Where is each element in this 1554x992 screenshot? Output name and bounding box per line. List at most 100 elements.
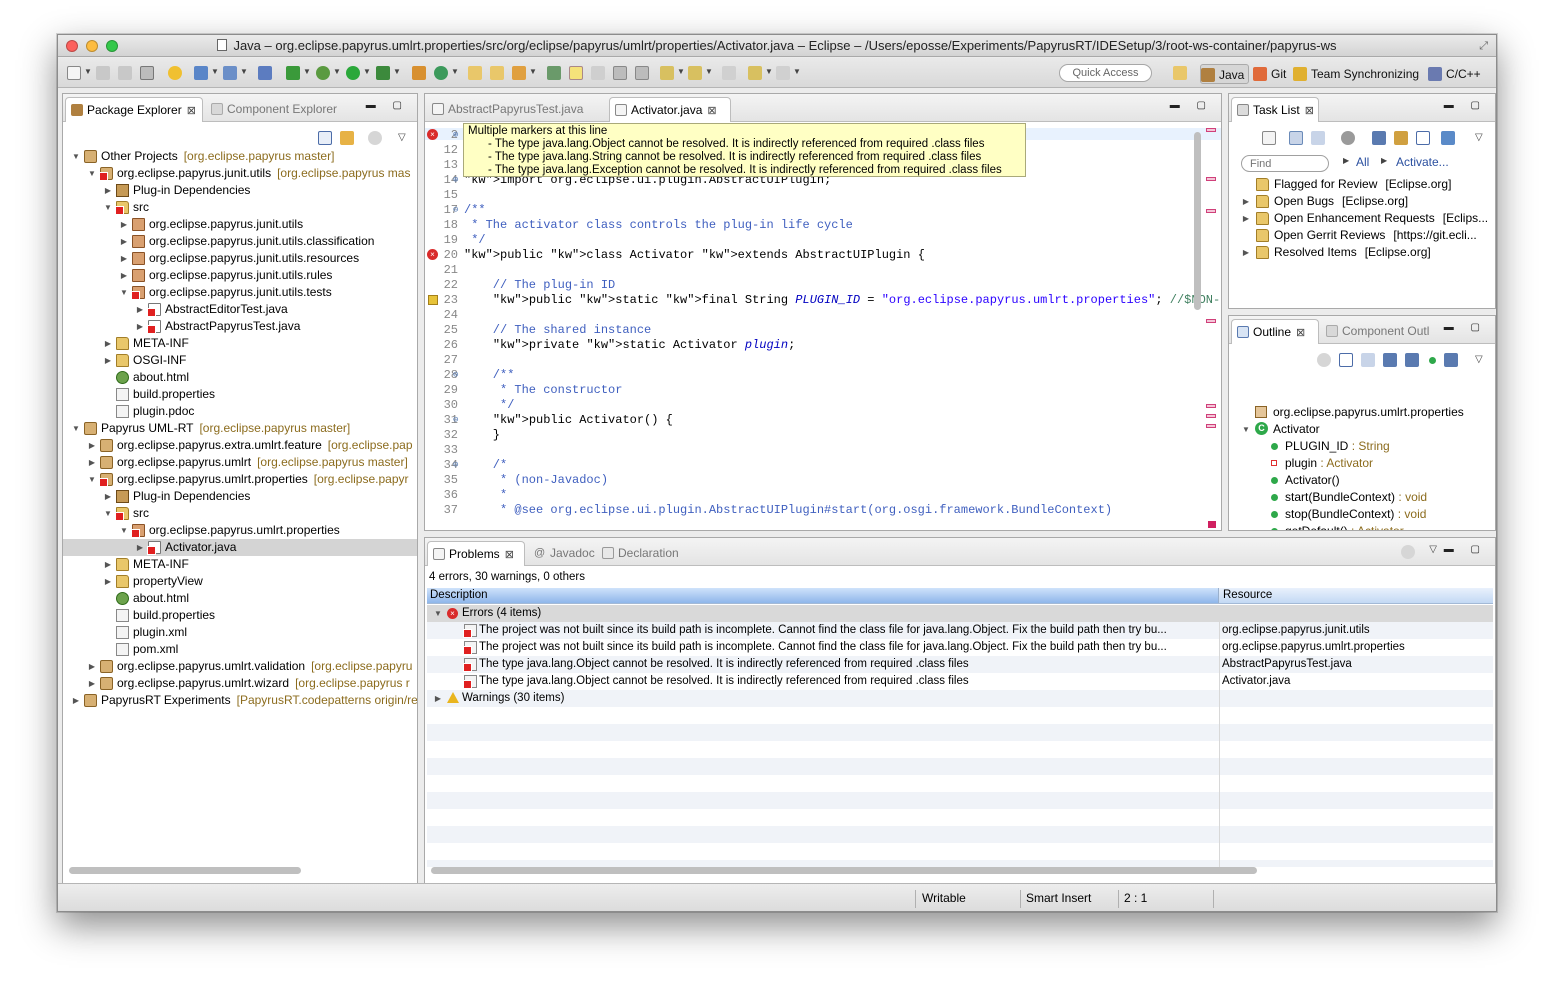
tree-item[interactable]: ▼ org.eclipse.papyrus.umlrt.properties — [63, 522, 417, 539]
tree-item[interactable]: plugin.pdoc — [63, 403, 417, 420]
close-tab-icon[interactable]: ⊠ — [1296, 327, 1305, 339]
errors-group-row[interactable]: ▼ × Errors (4 items) — [427, 605, 1493, 622]
tree-item[interactable]: ▶ Plug-in Dependencies — [63, 182, 417, 199]
expanded-twisty-icon[interactable]: ▼ — [87, 165, 97, 182]
expanded-twisty-icon[interactable]: ▼ — [71, 420, 81, 437]
run-icon[interactable] — [346, 66, 360, 80]
task-query-item[interactable]: ▶ Resolved Items [Eclipse.org] — [1229, 244, 1495, 261]
skip-breakpoints-icon[interactable] — [258, 66, 272, 80]
collapsed-twisty-icon[interactable]: ▶ — [135, 301, 145, 318]
tree-item[interactable]: ▶ META-INF — [63, 556, 417, 573]
show-source-icon[interactable] — [635, 66, 649, 80]
tree-item[interactable]: ▶ Activator.java — [63, 539, 417, 556]
new-java-project-icon[interactable] — [286, 66, 300, 80]
tree-item[interactable]: build.properties — [63, 386, 417, 403]
expanded-twisty-icon[interactable]: ▼ — [433, 605, 443, 622]
sync-icon[interactable] — [1394, 131, 1408, 145]
collapse-fold-icon[interactable]: ⊖ — [453, 203, 458, 218]
task-query-item[interactable]: Open Gerrit Reviews [https://git.ecli... — [1229, 227, 1495, 244]
tree-item[interactable]: ▶ org.eclipse.papyrus.extra.umlrt.feature… — [63, 437, 417, 454]
task-query-item[interactable]: Flagged for Review [Eclipse.org] — [1229, 176, 1495, 193]
tree-item[interactable]: ▶ org.eclipse.papyrus.junit.utils.rules — [63, 267, 417, 284]
outline-item[interactable]: PLUGIN_ID : String — [1229, 438, 1495, 455]
mark-occurrences-icon[interactable] — [569, 66, 583, 80]
scheduled-icon[interactable] — [1311, 131, 1325, 145]
open-task-icon[interactable] — [490, 66, 504, 80]
run-config-icon[interactable] — [223, 66, 237, 80]
new-package-icon[interactable] — [412, 66, 426, 80]
task-query-item[interactable]: ▶ Open Enhancement Requests [Eclips... — [1229, 210, 1495, 227]
collapsed-twisty-icon[interactable]: ▶ — [87, 658, 97, 675]
resource-column-header[interactable]: Resource — [1223, 588, 1272, 603]
description-column-header[interactable]: Description — [427, 588, 1219, 603]
new-icon[interactable] — [67, 66, 81, 80]
outline-item[interactable]: stop(BundleContext) : void — [1229, 506, 1495, 523]
collapsed-twisty-icon[interactable]: ▶ — [71, 692, 81, 709]
expanded-twisty-icon[interactable]: ▼ — [87, 471, 97, 488]
hide-static-icon[interactable] — [1405, 353, 1419, 367]
collapse-all-icon[interactable] — [1416, 131, 1430, 145]
search-icon[interactable] — [512, 66, 526, 80]
fullscreen-icon[interactable]: ⤢ — [1479, 35, 1488, 56]
collapsed-twisty-icon[interactable]: ▶ — [87, 675, 97, 692]
tree-item[interactable]: ▶ org.eclipse.papyrus.junit.utils.resourc… — [63, 250, 417, 267]
build-icon[interactable] — [194, 66, 208, 80]
outline-item[interactable]: Activator() — [1229, 472, 1495, 489]
error-marker-icon[interactable]: × — [427, 249, 438, 260]
collapsed-twisty-icon[interactable]: ▶ — [87, 437, 97, 454]
task-find-input[interactable] — [1241, 155, 1329, 172]
horizontal-scrollbar[interactable] — [69, 867, 301, 874]
overview-ruler[interactable] — [1205, 124, 1219, 528]
save-all-icon[interactable] — [118, 66, 132, 80]
close-tab-icon[interactable]: ⊠ — [707, 105, 716, 117]
next-edit-icon[interactable] — [660, 66, 674, 80]
close-window-button[interactable] — [66, 40, 78, 52]
activate-task-link[interactable]: Activate... — [1396, 155, 1449, 169]
outline-item[interactable]: org.eclipse.papyrus.umlrt.properties — [1229, 404, 1495, 421]
tree-item[interactable]: ▶ org.eclipse.papyrus.junit.utils.classif… — [63, 233, 417, 250]
collapsed-twisty-icon[interactable]: ▶ — [135, 539, 145, 556]
last-edit-icon[interactable] — [722, 66, 736, 80]
view-min-max-icons[interactable]: ▬ ▢ — [366, 100, 409, 111]
tree-item[interactable]: about.html — [63, 369, 417, 386]
tab-task-list[interactable]: Task List ⊠ — [1231, 97, 1319, 122]
sort-icon[interactable] — [1361, 353, 1375, 367]
view-min-max-icons[interactable]: ▬ ▢ — [1170, 100, 1213, 111]
tree-item[interactable]: ▶ Plug-in Dependencies — [63, 488, 417, 505]
collapse-all-icon[interactable] — [1339, 353, 1353, 367]
tree-item[interactable]: ▶ META-INF — [63, 335, 417, 352]
collapse-fold-icon[interactable]: ⊖ — [453, 368, 458, 383]
tree-item[interactable]: ▶ PapyrusRT Experiments [PapyrusRT.codepat… — [63, 692, 417, 709]
show-whitespace-icon[interactable] — [613, 66, 627, 80]
expand-fold-icon[interactable]: ⊕ — [453, 128, 458, 143]
hide-non-public-icon[interactable] — [1429, 357, 1436, 364]
outline-item[interactable]: start(BundleContext) : void — [1229, 489, 1495, 506]
collapsed-twisty-icon[interactable]: ▶ — [119, 233, 129, 250]
view-min-max-icons[interactable]: ▬ ▢ — [1444, 100, 1487, 111]
focus-on-task-icon[interactable] — [368, 131, 382, 145]
outline-item[interactable]: ▼ C Activator — [1229, 421, 1495, 438]
collapsed-twisty-icon[interactable]: ▶ — [1241, 244, 1251, 261]
collapsed-twisty-icon[interactable]: ▶ — [103, 335, 113, 352]
tab-package-explorer[interactable]: Package Explorer ⊠ — [65, 97, 203, 122]
tab-activator-java[interactable]: Activator.java ⊠ — [609, 97, 731, 122]
view-menu-icon[interactable]: ▽ — [398, 132, 406, 143]
tab-javadoc[interactable]: @ Javadoc — [529, 541, 595, 566]
tree-item[interactable]: pom.xml — [63, 641, 417, 658]
all-tasks-link[interactable]: All — [1356, 155, 1369, 169]
focus-icon[interactable] — [1401, 545, 1415, 559]
tree-item[interactable]: ▶ org.eclipse.papyrus.junit.utils — [63, 216, 417, 233]
perspective-cpp[interactable]: C/C++ — [1428, 64, 1481, 84]
open-perspective-icon[interactable] — [1173, 66, 1187, 80]
tree-item[interactable]: ▶ OSGI-INF — [63, 352, 417, 369]
hide-fields-icon[interactable] — [1383, 353, 1397, 367]
perspective-git[interactable]: Git — [1253, 64, 1286, 84]
outline-item[interactable]: getDefault() : Activator — [1229, 523, 1495, 530]
back-icon[interactable] — [748, 66, 762, 80]
close-tab-icon[interactable]: ⊠ — [1305, 105, 1314, 117]
outline-item[interactable]: plugin : Activator — [1229, 455, 1495, 472]
collapsed-twisty-icon[interactable]: ▶ — [433, 690, 443, 707]
collapse-fold-icon[interactable]: ⊖ — [453, 413, 458, 428]
collapsed-twisty-icon[interactable]: ▶ — [1241, 210, 1251, 227]
problem-row[interactable]: The project was not built since its buil… — [427, 639, 1493, 656]
